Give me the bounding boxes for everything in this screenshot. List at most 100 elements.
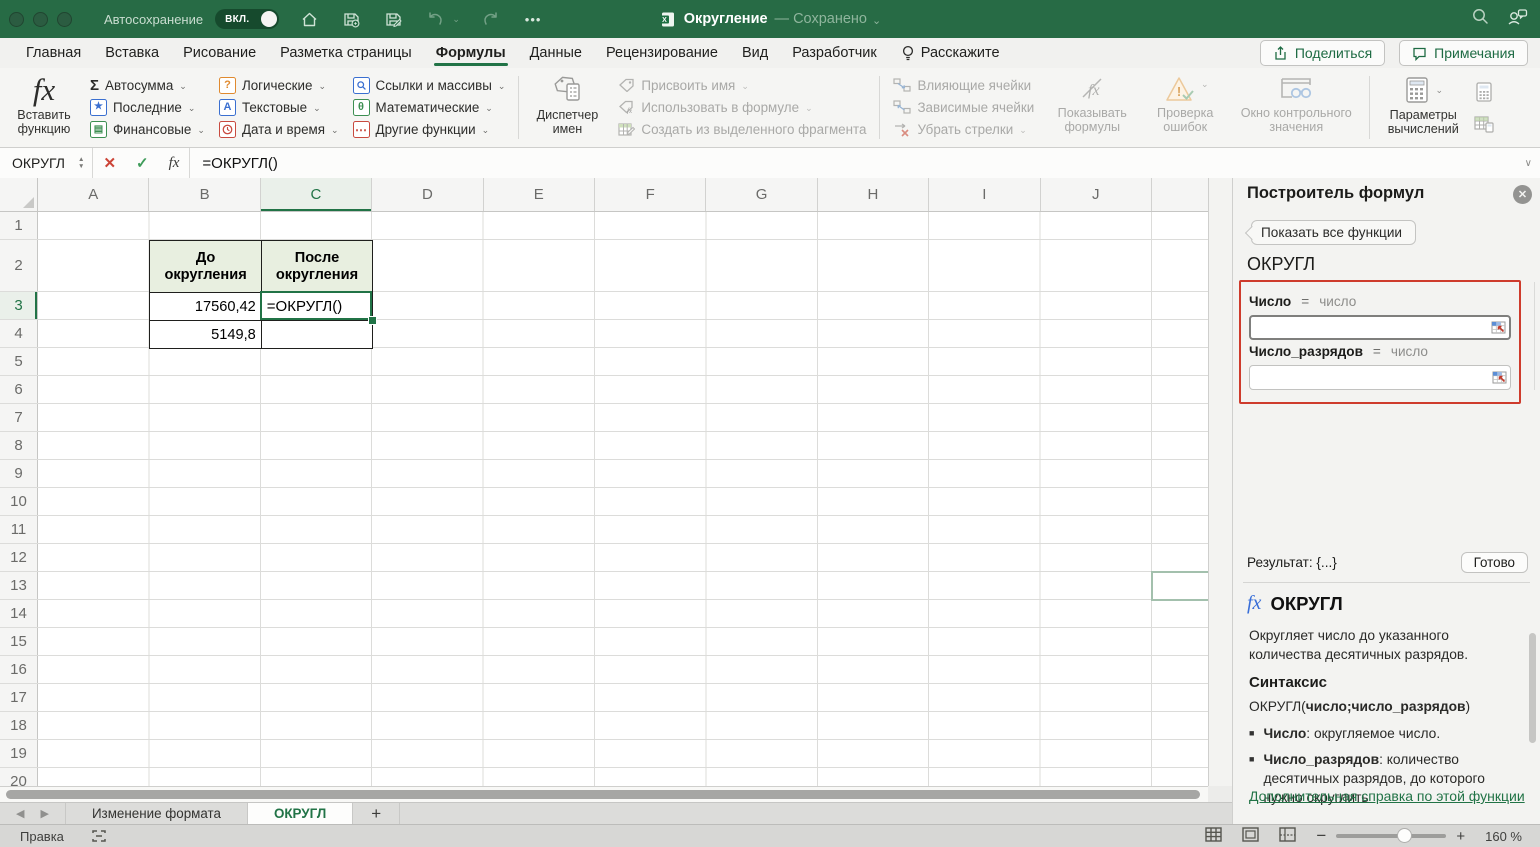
vertical-scrollbar[interactable]	[1208, 178, 1232, 786]
column-header-A[interactable]: A	[38, 178, 149, 211]
zoom-slider-track[interactable]	[1336, 834, 1446, 838]
row-header-3[interactable]: 3	[0, 292, 38, 319]
row-header-14[interactable]: 14	[0, 600, 38, 627]
row-header-17[interactable]: 17	[0, 684, 38, 711]
cancel-entry-icon[interactable]: ✕	[103, 154, 116, 172]
ribbon-tab-8[interactable]: Разработчик	[780, 38, 889, 68]
comments-button[interactable]: Примечания	[1399, 40, 1528, 66]
row-cells[interactable]	[38, 376, 1208, 403]
ribbon-tab-4[interactable]: Формулы	[424, 38, 518, 68]
row-cells[interactable]	[38, 740, 1208, 767]
row-header-10[interactable]: 10	[0, 488, 38, 515]
row-cells[interactable]	[38, 712, 1208, 739]
row-cells[interactable]	[38, 516, 1208, 543]
cell-C4[interactable]	[261, 321, 372, 349]
formula-input[interactable]: =ОКРУГЛ()	[202, 155, 277, 172]
spreadsheet-grid[interactable]: ABCDEFGHIJ 12345678910111213141516171819…	[0, 178, 1208, 786]
column-header-C[interactable]: C	[261, 178, 372, 211]
watch-window-button[interactable]: Окно контрольного значения	[1228, 68, 1364, 147]
row-header-6[interactable]: 6	[0, 376, 38, 403]
row-cells[interactable]	[38, 768, 1208, 786]
sheet-tab-0[interactable]: Изменение формата	[66, 803, 248, 824]
zoom-window-button[interactable]	[57, 12, 72, 27]
ribbon-button-create-from-selection[interactable]: Создать из выделенного фрагмента	[612, 119, 872, 141]
function-help-link[interactable]: Дополнительная справка по этой функции	[1249, 788, 1525, 804]
ribbon-tab-9[interactable]: Расскажите	[889, 38, 1012, 68]
calculate-sheet-icon[interactable]	[1473, 114, 1495, 134]
ribbon-button-financial[interactable]: ▤Финансовые⌄	[84, 119, 211, 141]
ribbon-button-trace-dependents[interactable]: Зависимые ячейки	[887, 96, 1040, 118]
page-layout-view-icon[interactable]	[1242, 827, 1259, 845]
row-header-8[interactable]: 8	[0, 432, 38, 459]
zoom-slider[interactable]: − +	[1316, 826, 1465, 846]
prev-sheet-icon[interactable]: ◀	[16, 807, 24, 820]
row-cells[interactable]	[38, 460, 1208, 487]
row-header-9[interactable]: 9	[0, 460, 38, 487]
ribbon-tab-1[interactable]: Вставка	[93, 38, 171, 68]
calculation-options-button[interactable]: ⌄ Параметры вычислений	[1375, 68, 1471, 147]
more-commands-icon[interactable]: •••	[521, 7, 545, 31]
share-presence-icon[interactable]	[1506, 7, 1528, 32]
row-header-12[interactable]: 12	[0, 544, 38, 571]
cell-B2[interactable]: До округления	[150, 241, 261, 293]
row-header-2[interactable]: 2	[0, 240, 38, 291]
row-cells[interactable]	[38, 684, 1208, 711]
calculate-now-icon[interactable]	[1473, 81, 1495, 103]
argument-input-0[interactable]	[1249, 315, 1511, 340]
row-cells[interactable]	[38, 572, 1208, 599]
row-cells[interactable]	[38, 656, 1208, 683]
row-cells[interactable]	[38, 212, 1208, 239]
row-header-16[interactable]: 16	[0, 656, 38, 683]
ribbon-tab-5[interactable]: Данные	[518, 38, 594, 68]
ribbon-button-define-name[interactable]: Присвоить имя⌄	[612, 74, 872, 96]
show-formulas-button[interactable]: fx Показывать формулы	[1042, 68, 1142, 147]
row-cells[interactable]	[38, 432, 1208, 459]
ribbon-tab-2[interactable]: Рисование	[171, 38, 268, 68]
formula-bar-expand-icon[interactable]: ∨	[1525, 158, 1532, 169]
row-header-7[interactable]: 7	[0, 404, 38, 431]
ribbon-button-autosum[interactable]: ΣАвтосумма⌄	[84, 74, 211, 96]
ribbon-tab-7[interactable]: Вид	[730, 38, 780, 68]
row-header-15[interactable]: 15	[0, 628, 38, 655]
row-cells[interactable]	[38, 488, 1208, 515]
zoom-slider-thumb[interactable]	[1397, 828, 1412, 843]
column-header-I[interactable]: I	[929, 178, 1040, 211]
row-header-19[interactable]: 19	[0, 740, 38, 767]
row-cells[interactable]	[38, 348, 1208, 375]
column-header-G[interactable]: G	[706, 178, 817, 211]
normal-view-icon[interactable]	[1205, 827, 1222, 845]
error-checking-button[interactable]: !⌄ Проверка ошибок	[1142, 68, 1228, 147]
undo-icon[interactable]	[423, 7, 447, 31]
zoom-in-icon[interactable]: +	[1456, 828, 1465, 845]
column-header-J[interactable]: J	[1041, 178, 1152, 211]
row-header-4[interactable]: 4	[0, 320, 38, 347]
undo-dropdown-icon[interactable]: ⌄	[451, 7, 461, 31]
save-as-icon[interactable]	[381, 7, 405, 31]
row-cells[interactable]	[38, 628, 1208, 655]
insert-function-button[interactable]: fx Вставить функцию	[6, 68, 82, 147]
row-cells[interactable]	[38, 404, 1208, 431]
next-sheet-icon[interactable]: ▶	[40, 807, 48, 820]
save-icon[interactable]	[339, 7, 363, 31]
ribbon-button-datetime[interactable]: Дата и время⌄	[213, 119, 345, 141]
done-button[interactable]: Готово	[1461, 552, 1528, 573]
horizontal-scrollbar-thumb[interactable]	[6, 790, 1200, 799]
range-picker-icon[interactable]	[1492, 371, 1507, 384]
cell-B3[interactable]: 17560,42	[150, 293, 261, 321]
row-header-20[interactable]: 20	[0, 768, 38, 786]
ribbon-button-remove-arrows[interactable]: Убрать стрелки⌄	[887, 119, 1040, 141]
ribbon-button-more-functions[interactable]: ⋯Другие функции⌄	[347, 119, 512, 141]
ribbon-tab-0[interactable]: Главная	[14, 38, 93, 68]
argument-input-1[interactable]	[1249, 365, 1511, 390]
row-header-18[interactable]: 18	[0, 712, 38, 739]
row-cells[interactable]	[38, 544, 1208, 571]
ribbon-button-logical[interactable]: ?Логические⌄	[213, 74, 345, 96]
ribbon-button-recent[interactable]: ★Последние⌄	[84, 96, 211, 118]
sheet-tab-1[interactable]: ОКРУГЛ	[248, 803, 353, 824]
row-header-11[interactable]: 11	[0, 516, 38, 543]
column-header-B[interactable]: B	[149, 178, 260, 211]
cell-C2[interactable]: После округления	[261, 241, 372, 293]
title-chevron-icon[interactable]: ⌄	[872, 14, 881, 27]
search-icon[interactable]	[1471, 7, 1490, 31]
zoom-out-icon[interactable]: −	[1316, 826, 1326, 846]
